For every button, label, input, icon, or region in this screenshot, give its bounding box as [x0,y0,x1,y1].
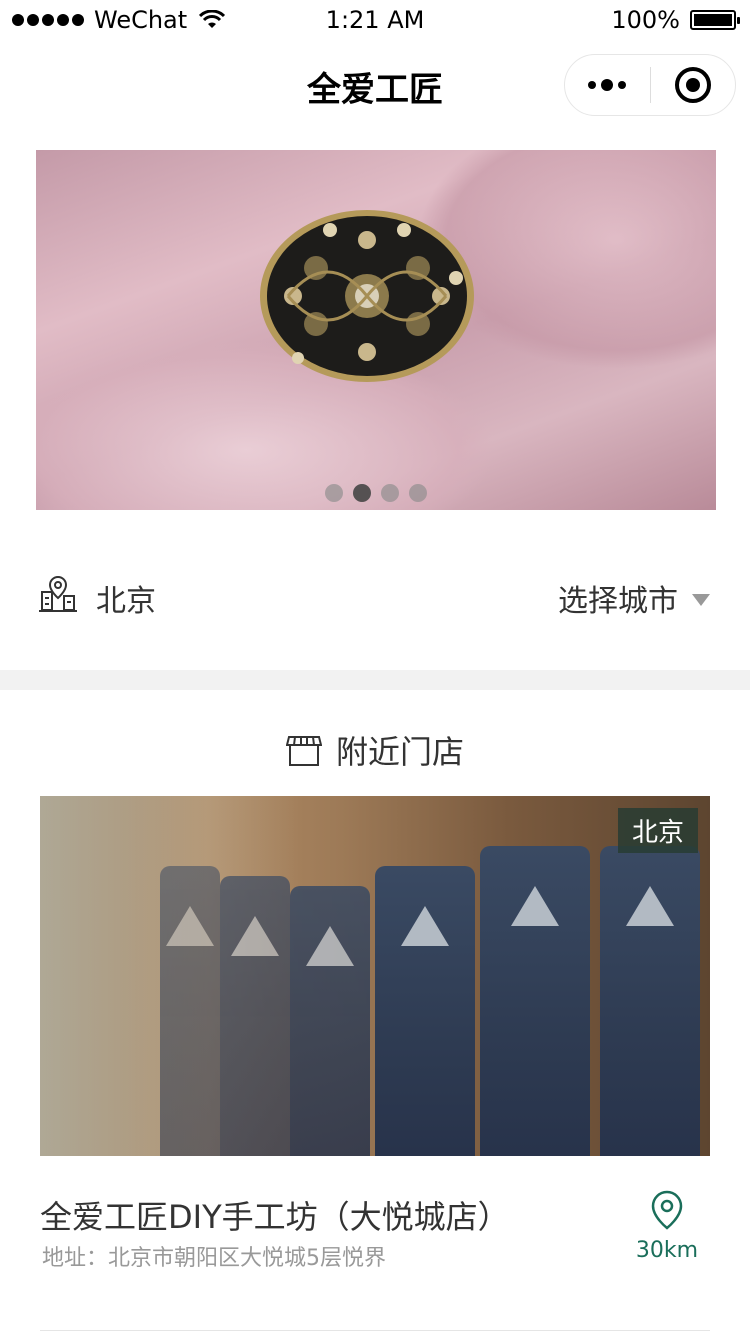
battery-icon [690,10,740,30]
store-address: 地址：北京市朝阳区大悦城5层悦界 [42,1246,386,1271]
city-location-icon [39,575,77,612]
store-distance[interactable]: 30km [632,1190,702,1263]
section-separator [0,670,750,690]
nav-bar: 全爱工匠 [0,44,750,128]
status-right: 100% [611,6,740,34]
apron-image [290,886,370,1156]
target-circle-icon [674,67,711,103]
triangle-down-icon [692,594,710,606]
distance-value: 30km [635,1238,699,1263]
nearby-stores-header: 附近门店 [0,722,750,778]
miniprogram-capsule [564,54,736,116]
more-button[interactable] [565,55,650,115]
list-divider [40,1330,710,1331]
map-pin-icon [651,1190,683,1230]
store-photo[interactable]: 北京 [40,796,710,1156]
select-city-button[interactable]: 选择城市 [558,576,710,620]
current-city: 北京 [96,584,156,619]
battery-percent: 100% [611,6,680,34]
carousel-dot-active[interactable] [353,484,371,502]
close-button[interactable] [651,55,736,115]
section-title: 附近门店 [335,733,464,771]
apron-image [375,866,475,1156]
storefront-icon [285,736,322,766]
carousel-dot[interactable] [381,484,399,502]
store-city-badge: 北京 [617,808,698,853]
apron-image [160,866,220,1156]
banner-carousel[interactable] [36,150,716,510]
apron-image [600,846,700,1156]
brooch-image [260,210,474,382]
select-city-label: 选择城市 [558,584,678,619]
apron-image [220,876,290,1156]
city-row: 北京 选择城市 [0,540,750,650]
carousel-dot[interactable] [325,484,343,502]
carousel-dot[interactable] [409,484,427,502]
store-name[interactable]: 全爱工匠DIY手工坊（大悦城店） [40,1192,510,1238]
status-bar: WeChat 1:21 AM 100% [0,0,750,44]
carousel-indicators [36,484,716,502]
apron-image [480,846,590,1156]
